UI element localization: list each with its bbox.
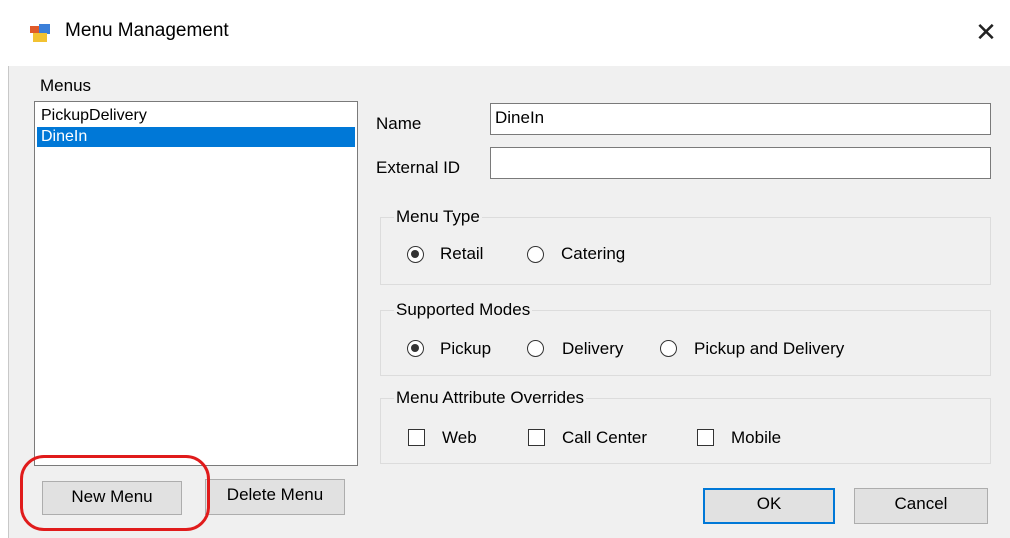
highlight-annotation	[20, 455, 210, 531]
app-window-icon	[30, 24, 50, 42]
radio-pickup-and-delivery-label: Pickup and Delivery	[694, 339, 845, 358]
name-field[interactable]: DineIn	[490, 103, 991, 135]
overrides-title: Menu Attribute Overrides	[394, 388, 587, 408]
radio-dot	[411, 250, 419, 258]
menus-label: Menus	[40, 76, 92, 95]
checkbox-mobile-label: Mobile	[731, 428, 782, 447]
radio-delivery[interactable]	[527, 340, 544, 357]
checkbox-mobile[interactable]	[697, 429, 714, 446]
radio-delivery-label: Delivery	[562, 339, 624, 358]
external-id-field[interactable]	[490, 147, 991, 179]
radio-pickup-and-delivery[interactable]	[660, 340, 677, 357]
external-id-label: External ID	[376, 158, 461, 177]
list-item-selected[interactable]: DineIn	[37, 127, 355, 147]
list-item[interactable]: PickupDelivery	[37, 106, 355, 126]
cancel-button[interactable]: Cancel	[854, 488, 988, 524]
supported-modes-title: Supported Modes	[394, 300, 533, 320]
name-label: Name	[376, 114, 422, 133]
window-title: Menu Management	[65, 20, 229, 41]
radio-retail-label: Retail	[440, 244, 484, 263]
radio-pickup-label: Pickup	[440, 339, 492, 358]
delete-menu-button[interactable]: Delete Menu	[205, 479, 345, 515]
checkbox-call-center-label: Call Center	[562, 428, 648, 447]
radio-retail[interactable]	[407, 246, 424, 263]
menus-listbox[interactable]: PickupDelivery DineIn	[34, 101, 358, 466]
checkbox-call-center[interactable]	[528, 429, 545, 446]
checkbox-web-label: Web	[442, 428, 477, 447]
radio-pickup[interactable]	[407, 340, 424, 357]
checkbox-web[interactable]	[408, 429, 425, 446]
radio-dot	[411, 344, 419, 352]
radio-catering[interactable]	[527, 246, 544, 263]
close-icon[interactable]: ✕	[970, 16, 1002, 48]
menu-type-title: Menu Type	[394, 207, 482, 227]
ok-button[interactable]: OK	[703, 488, 835, 524]
radio-catering-label: Catering	[561, 244, 626, 263]
